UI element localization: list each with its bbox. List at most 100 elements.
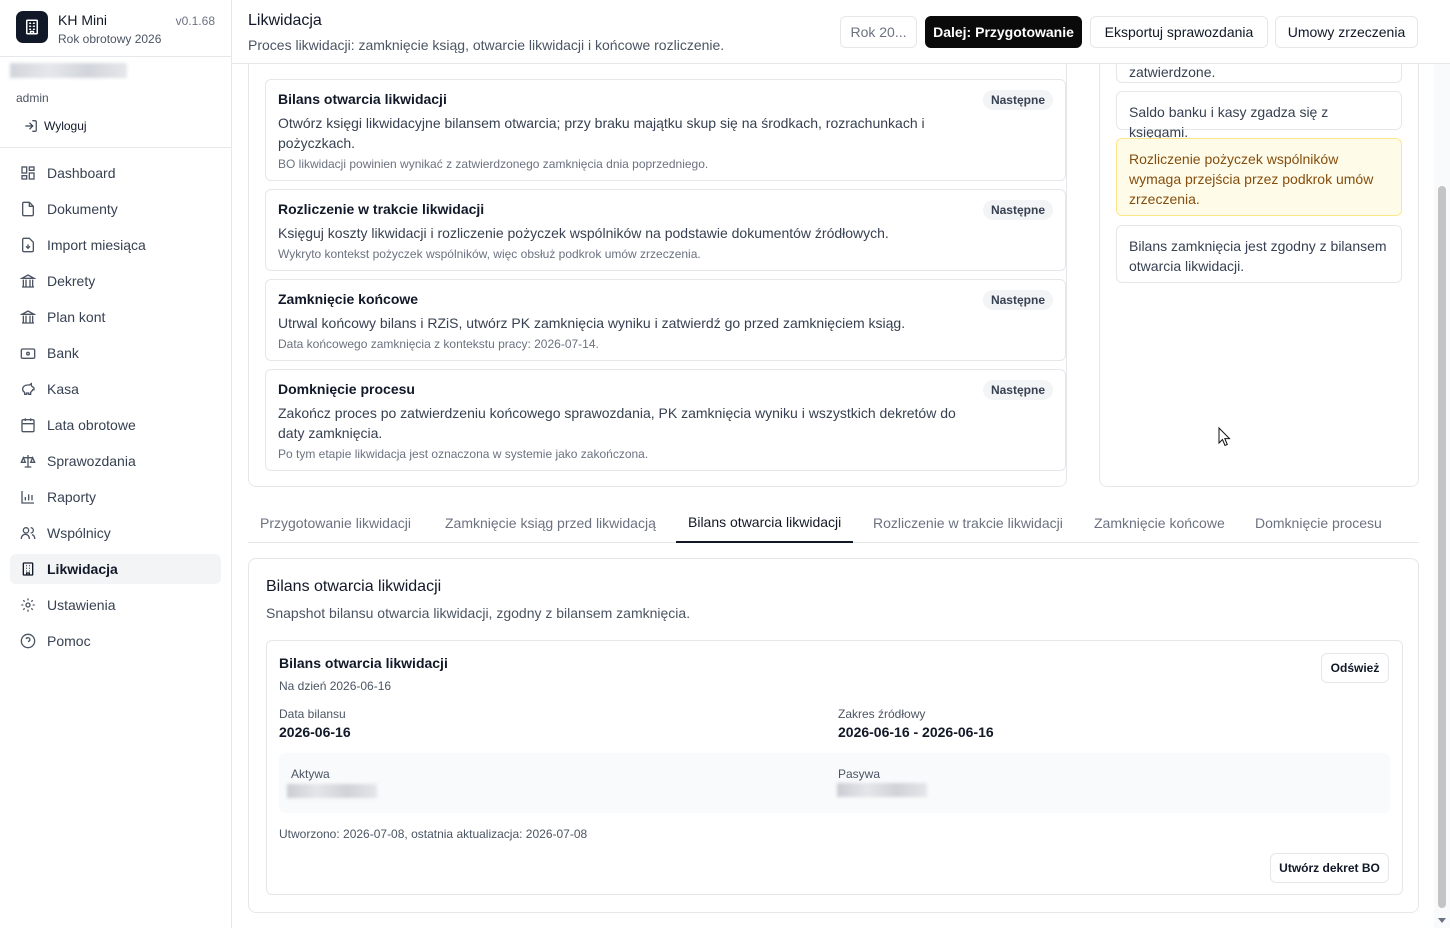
status-badge: Następne xyxy=(982,380,1053,400)
opening-balance-panel: Bilans otwarcia likwidacji Snapshot bila… xyxy=(248,558,1419,913)
tab-settlement[interactable]: Rozliczenie w trakcie likwidacji xyxy=(861,502,1075,543)
sidebar-item-dashboard[interactable]: Dashboard xyxy=(10,158,221,188)
gear-icon xyxy=(21,598,35,612)
sidebar-item-reports[interactable]: Raporty xyxy=(10,482,221,512)
source-range-value: 2026-06-16 - 2026-06-16 xyxy=(838,724,994,740)
sidebar-item-help[interactable]: Pomoc xyxy=(10,626,221,656)
piggy-bank-icon xyxy=(21,382,35,395)
bar-chart-icon xyxy=(21,491,34,504)
sidebar-item-label: Dekrety xyxy=(47,273,96,289)
step-title: Bilans otwarcia likwidacji xyxy=(278,91,447,107)
sidebar-item-label: Dokumenty xyxy=(47,201,118,217)
calendar-icon xyxy=(21,418,35,433)
sidebar-item-label: Kasa xyxy=(47,381,79,397)
step-description: Utrwal końcowy bilans i RZiS, utwórz PK … xyxy=(278,315,906,331)
logout-button[interactable]: Wyloguj xyxy=(24,119,221,133)
checklist-item: zatwierdzone. xyxy=(1116,64,1402,83)
building-icon xyxy=(22,562,34,576)
scroll-down-icon[interactable] xyxy=(1438,918,1446,923)
next-step-button[interactable]: Dalej: Przygotowanie xyxy=(925,16,1082,48)
tab-preparation[interactable]: Przygotowanie likwidacji xyxy=(248,502,423,543)
liabilities-label: Pasywa xyxy=(838,767,881,781)
help-icon xyxy=(20,633,36,649)
assets-value-redacted xyxy=(287,784,377,798)
status-badge: Następne xyxy=(982,90,1053,110)
sidebar-item-label: Ustawienia xyxy=(47,597,116,613)
checklist-item-warning: Rozliczenie pożyczek wspólników wymaga p… xyxy=(1116,138,1402,216)
fiscal-year-label: Rok obrotowy 2026 xyxy=(58,32,162,46)
step-card[interactable]: Rozliczenie w trakcie likwidacji Następn… xyxy=(265,189,1066,271)
tab-books-closing[interactable]: Zamknięcie ksiąg przed likwidacją xyxy=(433,502,668,543)
export-reports-button[interactable]: Eksportuj sprawozdania xyxy=(1090,16,1268,48)
page-header: Likwidacja Proces likwidacji: zamknięcie… xyxy=(232,0,1450,64)
sidebar-item-label: Dashboard xyxy=(47,165,116,181)
step-title: Domknięcie procesu xyxy=(278,381,415,397)
checklist-item: Saldo banku i kasy zgadza się z księgami… xyxy=(1116,91,1402,140)
tab-process-completion[interactable]: Domknięcie procesu xyxy=(1243,502,1394,543)
step-description: Zakończ proces po zatwierdzeniu końcoweg… xyxy=(278,405,956,441)
page-scrollbar[interactable] xyxy=(1434,0,1450,928)
balance-date-label: Data bilansu xyxy=(279,707,346,721)
sidebar-item-label: Likwidacja xyxy=(47,561,118,577)
year-select-button[interactable]: Rok 20... xyxy=(840,16,917,48)
checklist-card: zatwierdzone. Saldo banku i kasy zgadza … xyxy=(1099,64,1419,487)
main-content: Bilans otwarcia likwidacji Następne Otwó… xyxy=(232,64,1434,928)
step-card[interactable]: Zamknięcie końcowe Następne Utrwal końco… xyxy=(265,279,1066,361)
refresh-button[interactable]: Odśwież xyxy=(1321,653,1389,683)
sidebar-item-label: Plan kont xyxy=(47,309,106,325)
logout-label: Wyloguj xyxy=(44,119,87,133)
import-icon xyxy=(22,237,34,253)
sidebar-item-cash[interactable]: Kasa xyxy=(10,374,221,404)
step-card[interactable]: Domknięcie procesu Następne Zakończ proc… xyxy=(265,369,1066,471)
sidebar-item-label: Lata obrotowe xyxy=(47,417,136,433)
sidebar-nav: Dashboard Dokumenty Import miesiąca Dekr… xyxy=(0,148,231,656)
created-updated-meta: Utworzono: 2026-07-08, ostatnia aktualiz… xyxy=(279,827,588,841)
dashboard-icon xyxy=(21,166,35,180)
sidebar-item-partners[interactable]: Wspólnicy xyxy=(10,518,221,548)
step-description: Księguj koszty likwidacji i rozliczenie … xyxy=(278,225,889,241)
sidebar-item-import[interactable]: Import miesiąca xyxy=(10,230,221,260)
app-logo-icon xyxy=(16,11,48,43)
bank-building-icon xyxy=(20,310,36,324)
tab-final-closing[interactable]: Zamknięcie końcowe xyxy=(1082,502,1237,543)
balance-date-value: 2026-06-16 xyxy=(279,724,351,740)
sidebar-item-entries[interactable]: Dekrety xyxy=(10,266,221,296)
mouse-cursor-icon xyxy=(1218,427,1231,447)
users-icon xyxy=(20,527,36,539)
brand: KH Mini Rok obrotowy 2026 v0.1.68 xyxy=(0,0,231,57)
sidebar-item-fiscal-years[interactable]: Lata obrotowe xyxy=(10,410,221,440)
scroll-thumb[interactable] xyxy=(1438,186,1446,908)
assets-label: Aktywa xyxy=(291,767,330,781)
create-bo-entry-button[interactable]: Utwórz dekret BO xyxy=(1270,853,1389,883)
app-name: KH Mini xyxy=(58,12,108,28)
logout-icon xyxy=(25,120,37,132)
document-icon xyxy=(22,201,34,217)
sidebar-item-documents[interactable]: Dokumenty xyxy=(10,194,221,224)
step-title: Zamknięcie końcowe xyxy=(278,291,419,307)
sidebar-item-label: Import miesiąca xyxy=(47,237,146,253)
user-name-redacted xyxy=(10,63,127,78)
user-role: admin xyxy=(16,91,49,105)
status-badge: Następne xyxy=(982,200,1053,220)
sidebar-item-bank[interactable]: Bank xyxy=(10,338,221,368)
sidebar-item-settings[interactable]: Ustawienia xyxy=(10,590,221,620)
step-note: Wykryto kontekst pożyczek wspólników, wi… xyxy=(278,247,701,261)
waiver-contracts-button[interactable]: Umowy zrzeczenia xyxy=(1275,16,1418,48)
step-note: Po tym etapie likwidacja jest oznaczona … xyxy=(278,447,649,461)
liabilities-value-redacted xyxy=(837,783,927,797)
tab-opening-balance[interactable]: Bilans otwarcia likwidacji xyxy=(676,502,854,543)
sidebar-item-reports-statements[interactable]: Sprawozdania xyxy=(10,446,221,476)
sidebar-item-chart-of-accounts[interactable]: Plan kont xyxy=(10,302,221,332)
step-title: Rozliczenie w trakcie likwidacji xyxy=(278,201,485,217)
step-description: Otwórz księgi likwidacyjne bilansem otwa… xyxy=(278,115,925,151)
card-title: Bilans otwarcia likwidacji xyxy=(279,655,448,671)
wallet-icon xyxy=(20,348,36,359)
sidebar-item-label: Pomoc xyxy=(47,633,91,649)
step-note: Data końcowego zamknięcia z kontekstu pr… xyxy=(278,337,599,351)
step-card[interactable]: Bilans otwarcia likwidacji Następne Otwó… xyxy=(265,79,1066,181)
totals-box: Aktywa Pasywa xyxy=(279,753,1390,813)
as-of-date: Na dzień 2026-06-16 xyxy=(279,679,392,693)
sidebar-item-liquidation[interactable]: Likwidacja xyxy=(10,554,221,584)
stage-tabs: Przygotowanie likwidacji Zamknięcie ksią… xyxy=(248,502,1419,543)
panel-subtitle: Snapshot bilansu otwarcia likwidacji, zg… xyxy=(266,605,691,621)
